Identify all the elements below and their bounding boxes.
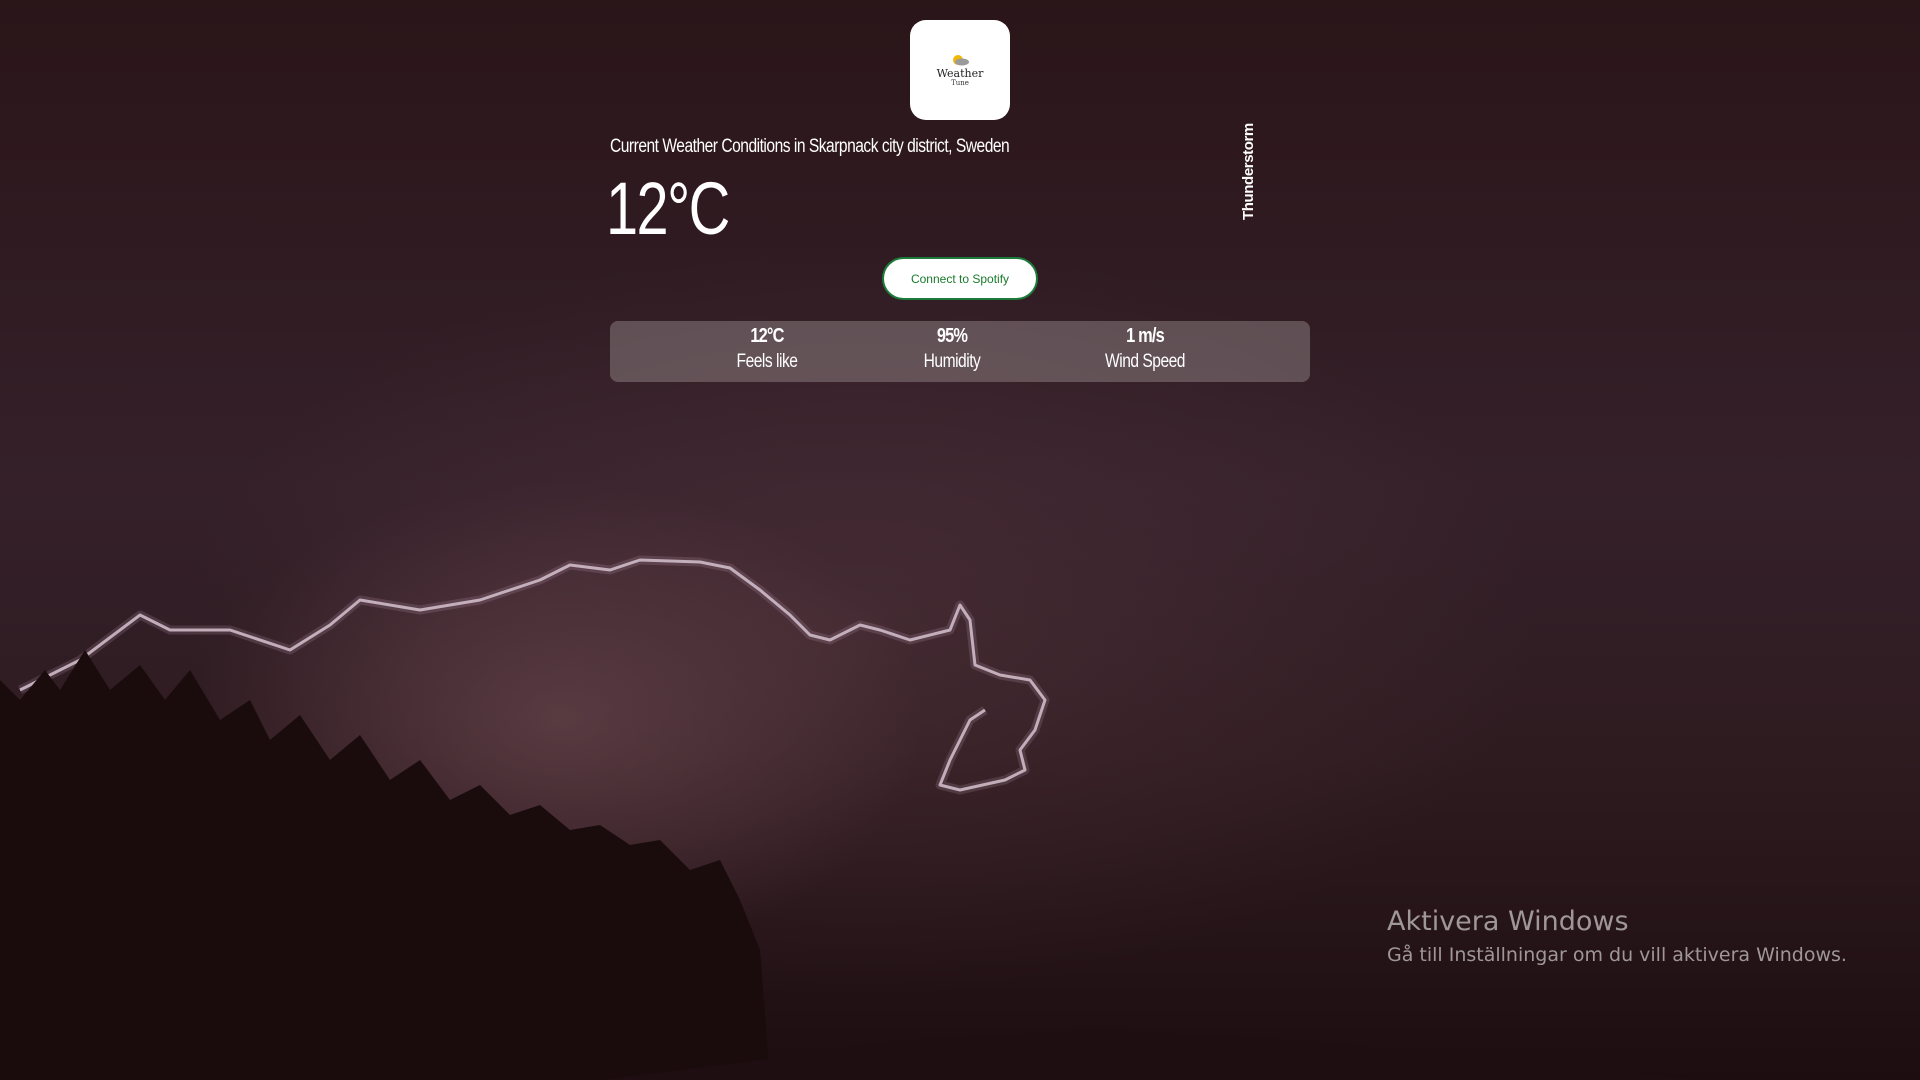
app-logo: Weather Tune [910, 20, 1010, 120]
stat-humidity: 95% Humidity [872, 321, 1032, 373]
stat-wind-speed: 1 m/s Wind Speed [1065, 321, 1225, 373]
feels-like-value: 12°C [750, 325, 784, 347]
stat-feels-like: 12°C Feels like [687, 321, 847, 373]
current-temperature: 12°C [606, 167, 730, 250]
humidity-label: Humidity [923, 351, 981, 372]
wind-speed-label: Wind Speed [1105, 351, 1185, 372]
feels-like-label: Feels like [736, 351, 798, 372]
sun-cloud-icon [953, 55, 969, 66]
weather-condition: Thunderstorm [1240, 123, 1257, 220]
connect-spotify-button[interactable]: Connect to Spotify [882, 257, 1038, 300]
windows-activation-title: Aktivera Windows [1387, 906, 1629, 937]
humidity-value: 95% [936, 325, 968, 347]
windows-activation-subtitle: Gå till Inställningar om du vill aktiver… [1387, 944, 1847, 966]
windows-activation-watermark: Aktivera Windows Gå till Inställningar o… [1387, 904, 1847, 968]
weather-stats-panel: 12°C Feels like 95% Humidity 1 m/s Wind … [610, 321, 1310, 382]
logo-subtitle: Tune [951, 79, 969, 87]
wind-speed-value: 1 m/s [1126, 325, 1165, 347]
treeline [0, 650, 770, 1080]
logo-word: Weather [936, 67, 984, 80]
weather-headline: Current Weather Conditions in Skarpnack … [610, 136, 1010, 157]
